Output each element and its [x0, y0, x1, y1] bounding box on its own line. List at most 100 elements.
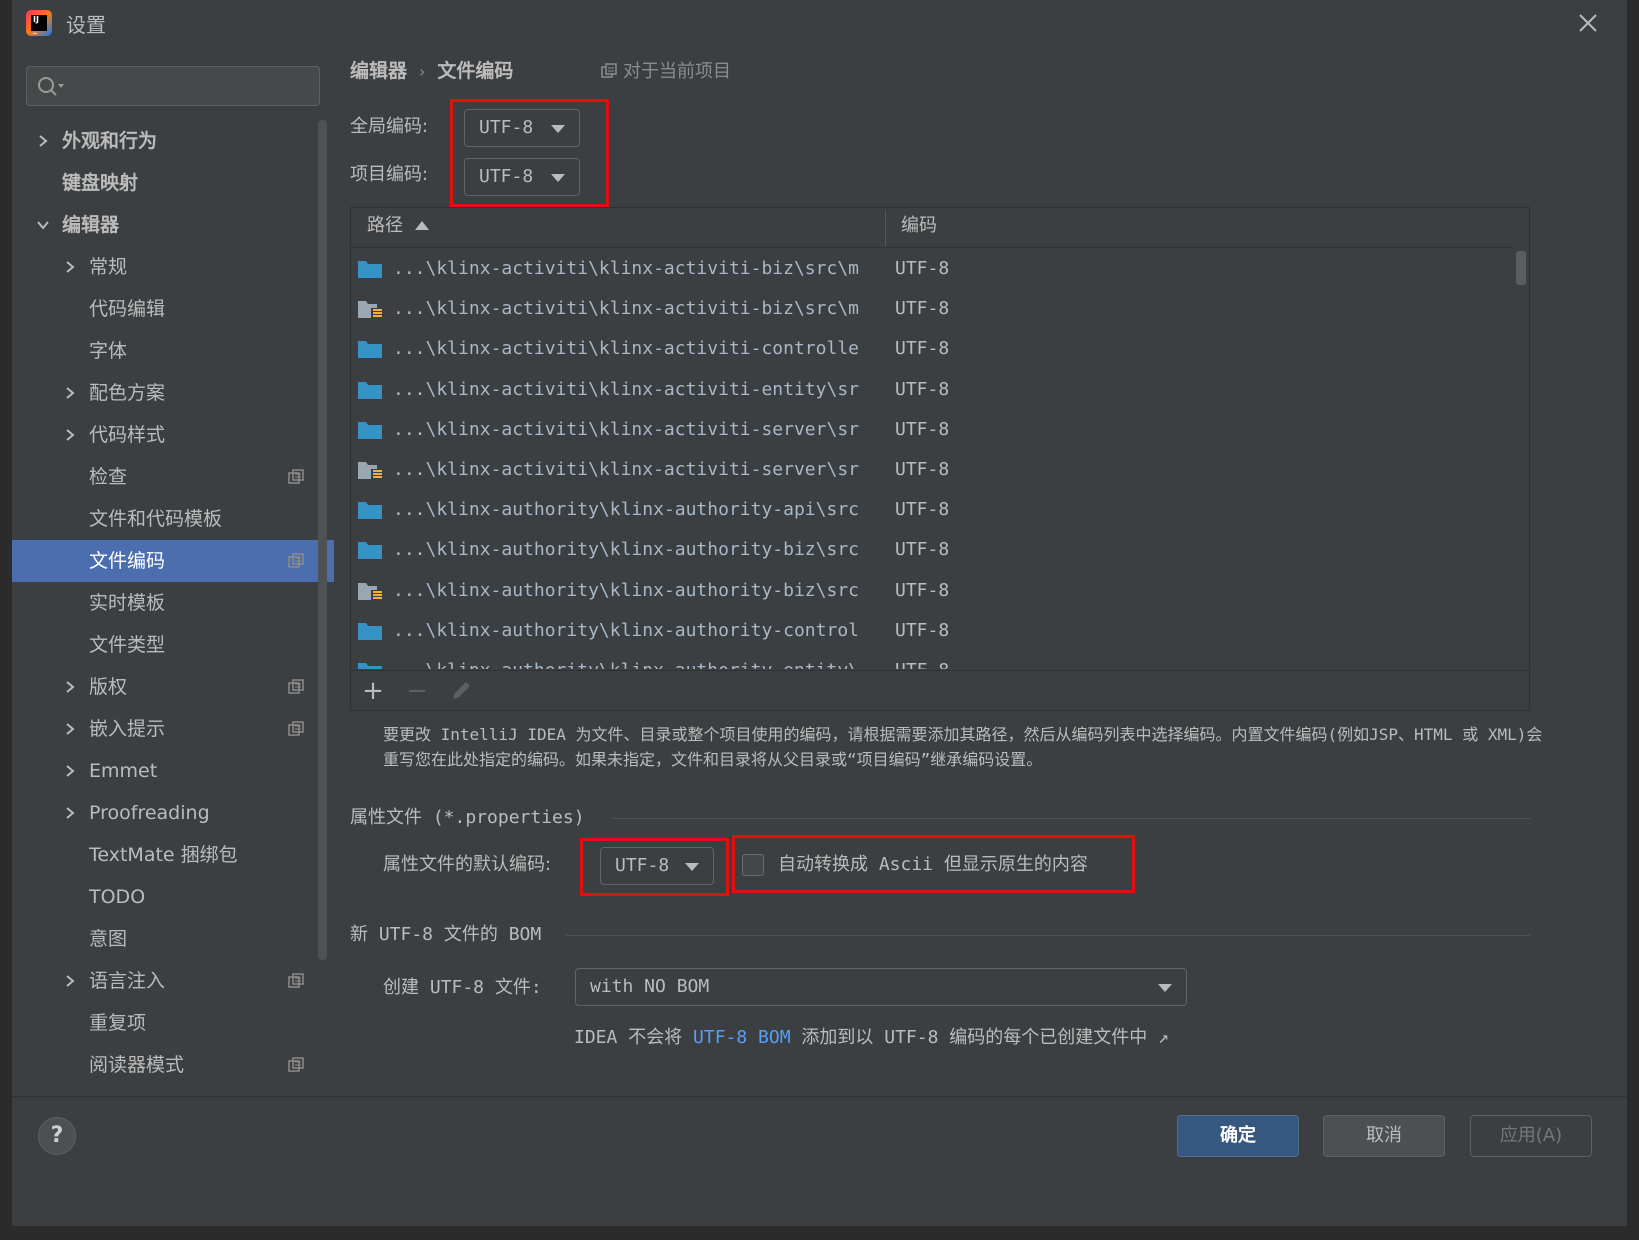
- breadcrumb-separator: ›: [419, 62, 426, 81]
- table-cell-encoding[interactable]: UTF-8: [895, 651, 949, 669]
- sidebar-item[interactable]: 阅读器模式: [12, 1044, 318, 1086]
- sidebar-item-label: 实时模板: [89, 592, 166, 614]
- sidebar-item[interactable]: 检查: [12, 456, 318, 498]
- sidebar-item[interactable]: 重复项: [12, 1002, 318, 1044]
- bom-create-label: 创建 UTF-8 文件:: [383, 977, 542, 998]
- bom-select[interactable]: with NO BOM: [575, 968, 1187, 1006]
- settings-search-input[interactable]: [26, 66, 320, 106]
- sidebar-item[interactable]: 文件编码: [12, 540, 334, 582]
- table-cell-path: ...\klinx-authority\klinx-authority-enti…: [393, 651, 885, 669]
- sidebar-item-label: 重复项: [89, 1012, 147, 1034]
- chevron-right-icon[interactable]: [63, 974, 77, 988]
- folder-icon: [358, 502, 382, 520]
- column-header-path[interactable]: 路径: [367, 208, 429, 248]
- apply-button[interactable]: 应用(A): [1470, 1115, 1592, 1157]
- column-divider[interactable]: [885, 210, 886, 246]
- highlight-box-encodings: [450, 99, 609, 207]
- sidebar-item[interactable]: 意图: [12, 918, 318, 960]
- table-cell-encoding[interactable]: UTF-8: [895, 370, 949, 410]
- table-row[interactable]: ...\klinx-authority\klinx-authority-enti…: [351, 651, 1513, 669]
- table-cell-encoding[interactable]: UTF-8: [895, 329, 949, 369]
- sidebar-scrollbar[interactable]: [318, 120, 327, 960]
- table-row[interactable]: ...\klinx-activiti\klinx-activiti-biz\sr…: [351, 289, 1513, 329]
- table-row[interactable]: ...\klinx-activiti\klinx-activiti-server…: [351, 450, 1513, 490]
- sidebar-item-label: 键盘映射: [62, 172, 139, 194]
- section-divider: [566, 935, 1530, 936]
- table-cell-encoding[interactable]: UTF-8: [895, 571, 949, 611]
- resource-folder-icon: [358, 461, 382, 480]
- table-row[interactable]: ...\klinx-activiti\klinx-activiti-entity…: [351, 370, 1513, 410]
- sidebar-item[interactable]: 版权: [12, 666, 318, 708]
- table-row[interactable]: ...\klinx-authority\klinx-authority-api\…: [351, 490, 1513, 530]
- project-scope-icon: [288, 721, 304, 736]
- utf8-bom-link[interactable]: UTF-8 BOM: [693, 1027, 791, 1048]
- table-cell-path: ...\klinx-activiti\klinx-activiti-entity…: [393, 378, 859, 400]
- project-scope-icon: [288, 553, 304, 568]
- bom-section-title: 新 UTF-8 文件的 BOM: [350, 924, 542, 945]
- column-header-encoding[interactable]: 编码: [901, 208, 937, 248]
- add-path-button[interactable]: +: [359, 677, 387, 705]
- project-scope-icon: [288, 469, 304, 484]
- sidebar-item[interactable]: 配色方案: [12, 372, 318, 414]
- table-row[interactable]: ...\klinx-activiti\klinx-activiti-server…: [351, 410, 1513, 450]
- sidebar-item[interactable]: 常规: [12, 246, 318, 288]
- sidebar-item-label: 嵌入提示: [89, 718, 166, 740]
- sidebar-item[interactable]: 外观和行为: [12, 120, 318, 162]
- sidebar-item-label: 版权: [89, 676, 128, 698]
- pencil-icon[interactable]: [447, 677, 475, 705]
- remove-path-button[interactable]: −: [403, 677, 431, 705]
- ok-button[interactable]: 确定: [1177, 1115, 1299, 1157]
- sidebar-item[interactable]: 嵌入提示: [12, 708, 318, 750]
- breadcrumb-parent[interactable]: 编辑器: [350, 60, 407, 82]
- folder-icon: [358, 622, 382, 640]
- table-scrollbar[interactable]: [1513, 249, 1529, 669]
- help-button[interactable]: ?: [38, 1117, 76, 1155]
- table-cell-encoding[interactable]: UTF-8: [895, 611, 949, 651]
- sidebar-item-label: TextMate 捆绑包: [89, 844, 238, 866]
- sidebar-item-label: 配色方案: [89, 382, 166, 404]
- sidebar-item[interactable]: 代码编辑: [12, 288, 318, 330]
- chevron-right-icon[interactable]: [63, 806, 77, 820]
- chevron-right-icon[interactable]: [63, 722, 77, 736]
- sidebar-item[interactable]: Proofreading: [12, 792, 318, 834]
- table-cell-encoding[interactable]: UTF-8: [895, 450, 949, 490]
- chevron-right-icon[interactable]: [36, 134, 50, 148]
- table-cell-path: ...\klinx-authority\klinx-authority-biz\…: [393, 579, 859, 601]
- table-row[interactable]: ...\klinx-activiti\klinx-activiti-biz\sr…: [351, 249, 1513, 289]
- chevron-right-icon[interactable]: [63, 428, 77, 442]
- sidebar-item-label: Emmet: [89, 760, 158, 782]
- table-cell-encoding[interactable]: UTF-8: [895, 289, 949, 329]
- sidebar-item[interactable]: 实时模板: [12, 582, 318, 624]
- table-scrollbar-thumb[interactable]: [1516, 251, 1526, 285]
- cancel-button[interactable]: 取消: [1323, 1115, 1445, 1157]
- table-row[interactable]: ...\klinx-authority\klinx-authority-cont…: [351, 611, 1513, 651]
- table-row[interactable]: ...\klinx-activiti\klinx-activiti-contro…: [351, 329, 1513, 369]
- chevron-right-icon[interactable]: [63, 386, 77, 400]
- table-row[interactable]: ...\klinx-authority\klinx-authority-biz\…: [351, 530, 1513, 570]
- sidebar-item[interactable]: 语言注入: [12, 960, 318, 1002]
- sidebar-item[interactable]: Emmet: [12, 750, 318, 792]
- chevron-right-icon[interactable]: [63, 680, 77, 694]
- table-cell-encoding[interactable]: UTF-8: [895, 249, 949, 289]
- table-cell-encoding[interactable]: UTF-8: [895, 410, 949, 450]
- sidebar-item[interactable]: 文件和代码模板: [12, 498, 318, 540]
- table-cell-encoding[interactable]: UTF-8: [895, 490, 949, 530]
- close-icon[interactable]: [1577, 12, 1599, 34]
- table-row[interactable]: ...\klinx-authority\klinx-authority-biz\…: [351, 571, 1513, 611]
- chevron-down-icon[interactable]: [36, 218, 50, 232]
- sidebar-item[interactable]: 文件类型: [12, 624, 318, 666]
- sidebar-item[interactable]: 编辑器: [12, 204, 318, 246]
- sidebar-item[interactable]: TextMate 捆绑包: [12, 834, 318, 876]
- table-cell-path: ...\klinx-activiti\klinx-activiti-server…: [393, 458, 859, 480]
- dialog-footer: ? 确定 取消 应用(A): [12, 1096, 1627, 1226]
- chevron-right-icon[interactable]: [63, 764, 77, 778]
- sidebar-item[interactable]: TODO: [12, 876, 318, 918]
- sidebar-item[interactable]: 字体: [12, 330, 318, 372]
- table-cell-path: ...\klinx-activiti\klinx-activiti-biz\sr…: [393, 298, 859, 320]
- project-scope-icon: [288, 973, 304, 988]
- table-body: ...\klinx-activiti\klinx-activiti-biz\sr…: [351, 249, 1513, 669]
- table-cell-encoding[interactable]: UTF-8: [895, 530, 949, 570]
- sidebar-item[interactable]: 键盘映射: [12, 162, 318, 204]
- sidebar-item[interactable]: 代码样式: [12, 414, 318, 456]
- chevron-right-icon[interactable]: [63, 260, 77, 274]
